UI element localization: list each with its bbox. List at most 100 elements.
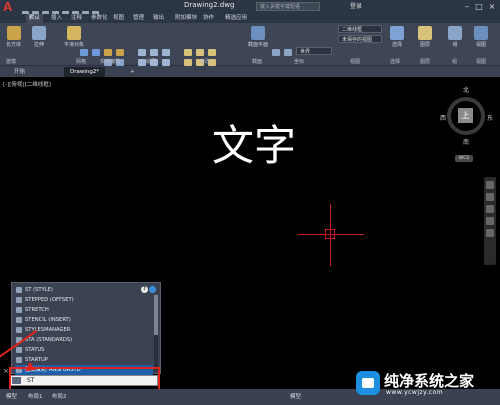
list-item[interactable]: STENCIL (INSERT) [15, 315, 153, 325]
list-item[interactable]: STARTUP [15, 355, 153, 365]
select-button[interactable]: 选择 [390, 26, 404, 48]
orbit-icon[interactable] [486, 217, 494, 225]
hatch-icon[interactable] [162, 59, 170, 66]
move-icon[interactable] [184, 49, 192, 56]
solid-edit-icon[interactable] [116, 49, 124, 56]
group-label-selection[interactable]: 选择 [390, 58, 400, 65]
smooth-object-button[interactable]: 平滑对象 [64, 26, 84, 48]
select-icon [390, 26, 404, 40]
tab-layout1[interactable]: 布局1 [28, 392, 43, 400]
group-label-layers[interactable]: 图层 [420, 58, 430, 65]
tab-view[interactable]: 视图 [110, 14, 127, 23]
group-label-draw[interactable]: 绘图 [146, 58, 156, 65]
search-input[interactable]: 键入关键字或短语 [256, 2, 320, 11]
wcs-menu[interactable]: WCS [455, 155, 473, 162]
view-button[interactable]: 视图 [474, 26, 488, 48]
list-item[interactable]: STEPPED (OFFSET) [15, 295, 153, 305]
steering-wheel-icon[interactable] [486, 181, 494, 189]
login-button[interactable]: 登录 [350, 1, 362, 10]
command-autocomplete-list: ? ST (STYLE) STEPPED (OFFSET) STRETCH ST… [11, 282, 161, 375]
tab-addins[interactable]: 附加模块 [172, 14, 200, 23]
group-icon [448, 26, 462, 40]
layer-icon [418, 26, 432, 40]
extrude-icon [32, 26, 46, 40]
compass-north[interactable]: 北 [463, 85, 469, 94]
extrude-button[interactable]: 拉伸 [32, 26, 46, 48]
ribbon-panel: 长方体 拉伸 平滑对象 截面平面 二维线框 未保存的视图 世界 选择 图层 组 [0, 23, 500, 66]
tab-drawing2[interactable]: Drawing2* [64, 67, 106, 77]
pan-icon[interactable] [486, 193, 494, 201]
offset-icon [16, 297, 22, 303]
list-item[interactable]: STA (STANDARDS) [15, 335, 153, 345]
rectangle-icon[interactable] [138, 59, 146, 66]
close-icon[interactable]: × [487, 2, 497, 11]
group-label-view-2[interactable]: 视图 [476, 58, 486, 65]
group-label-solid-edit[interactable]: 实体编辑 [100, 58, 120, 65]
trim-icon[interactable] [208, 49, 216, 56]
list-item[interactable]: STRETCH [15, 305, 153, 315]
title-bar: A Drawing2.dwg 键入关键字或短语 登录 – □ × [0, 0, 500, 18]
arc-icon[interactable] [162, 49, 170, 56]
line-icon[interactable] [138, 49, 146, 56]
model-space-button[interactable]: 模型 [290, 392, 301, 400]
tab-start[interactable]: 开始 [8, 67, 31, 77]
startup-icon [16, 357, 22, 363]
styles-manager-icon [16, 327, 22, 333]
compass-west[interactable]: 西 [440, 113, 446, 122]
new-tab-button[interactable]: + [124, 67, 141, 77]
group-label-view[interactable]: 视图 [350, 58, 360, 65]
circle-icon[interactable] [150, 49, 158, 56]
group-label-coordinates[interactable]: 坐标 [294, 58, 304, 65]
ucs-icon[interactable] [272, 49, 280, 56]
tab-insert[interactable]: 插入 [48, 14, 65, 23]
tab-annotate[interactable]: 注释 [68, 14, 85, 23]
section-plane-icon [251, 26, 265, 40]
tab-featured-apps[interactable]: 精选应用 [222, 14, 250, 23]
compass-east[interactable]: 东 [487, 113, 493, 122]
tab-parametric[interactable]: 参数化 [88, 14, 111, 23]
ucs-icon[interactable] [284, 49, 292, 56]
insert-icon [16, 317, 22, 323]
tab-collaborate[interactable]: 协作 [200, 14, 217, 23]
copy-icon[interactable] [184, 59, 192, 66]
compass-south[interactable]: 南 [463, 137, 469, 146]
rotate-icon[interactable] [196, 49, 204, 56]
showmotion-icon[interactable] [486, 229, 494, 237]
group-button[interactable]: 组 [448, 26, 462, 48]
group-label-modeling[interactable]: 建模 [6, 58, 16, 65]
drawing-text-object[interactable]: 文字 [212, 121, 296, 171]
named-view-select[interactable]: 未保存的视图 [338, 35, 382, 43]
status-icon [16, 347, 22, 353]
watermark-title: 纯净系统之家 [384, 372, 475, 390]
smooth-object-icon [67, 26, 81, 40]
zoom-icon[interactable] [486, 205, 494, 213]
list-item[interactable]: STATUS [15, 345, 153, 355]
scrollbar[interactable] [154, 295, 158, 371]
scrollbar-thumb[interactable] [154, 295, 158, 335]
box-button[interactable]: 长方体 [6, 26, 21, 48]
tab-layout2[interactable]: 布局2 [52, 392, 67, 400]
minimize-icon[interactable]: – [462, 2, 472, 11]
group-label-modify[interactable]: 修改 [200, 58, 210, 65]
visual-style-select[interactable]: 二维线框 [338, 25, 382, 33]
viewcube-top-face[interactable]: 上 [458, 108, 473, 123]
group-label-groups[interactable]: 组 [452, 58, 457, 65]
group-label-section[interactable]: 截面 [252, 58, 262, 65]
section-plane-button[interactable]: 截面平面 [248, 26, 268, 48]
ucs-select[interactable]: 世界 [296, 47, 332, 55]
autocad-logo-icon[interactable]: A [3, 0, 15, 14]
stretch-icon [16, 307, 22, 313]
command-close-icon[interactable]: × [3, 367, 9, 375]
tab-manage[interactable]: 管理 [130, 14, 147, 23]
viewport-controls-label[interactable]: [-][俯视][二维线框] [3, 80, 51, 88]
layer-button[interactable]: 图层 [418, 26, 432, 48]
list-item[interactable]: ST (STYLE) [15, 285, 153, 295]
mesh-tool-icon[interactable] [80, 49, 88, 56]
solid-edit-icon[interactable] [104, 49, 112, 56]
tab-output[interactable]: 输出 [150, 14, 167, 23]
maximize-icon[interactable]: □ [474, 2, 484, 11]
group-label-mesh[interactable]: 网格 [76, 58, 86, 65]
mesh-tool-icon[interactable] [92, 49, 100, 56]
tab-model[interactable]: 模型 [6, 392, 17, 400]
tab-default[interactable]: 默认 [26, 14, 44, 23]
